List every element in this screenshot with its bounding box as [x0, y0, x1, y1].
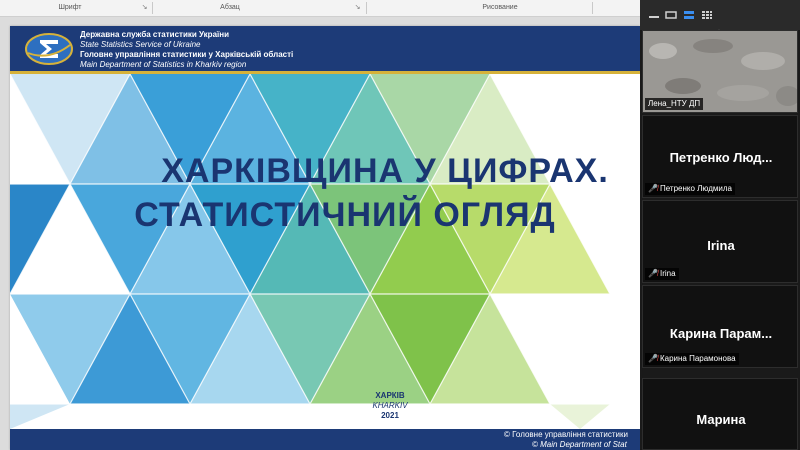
video-panel: Лена_НТУ ДП Петренко Люд... 🎤̸ Петренко Л… — [640, 0, 800, 450]
ribbon-separator — [366, 2, 367, 14]
stat-service-logo-icon — [25, 33, 73, 65]
participant-display-name: Irina — [707, 238, 735, 253]
screen: Шрифт ↘ Абзац ↘ Рисование Державна служб… — [0, 0, 800, 450]
muted-mic-icon: 🎤̸ — [648, 184, 658, 193]
participant-tile-video[interactable]: Лена_НТУ ДП — [642, 30, 798, 113]
gallery-view-icon[interactable] — [701, 10, 713, 20]
presentation-slide[interactable]: Державна служба статистики України State… — [10, 26, 640, 450]
muted-mic-icon: 🎤̸ — [648, 269, 658, 278]
slide-footer: © Головне управління статистики © Main D… — [10, 429, 640, 450]
header-org-ua: Державна служба статистики України — [80, 30, 230, 39]
participant-tile[interactable]: Карина Парам... 🎤̸ Карина Парамонова — [642, 285, 798, 368]
minimize-icon[interactable] — [648, 10, 660, 20]
participant-tile[interactable]: Irina 🎤̸ Irina — [642, 200, 798, 283]
participant-name-tag: 🎤̸ Петренко Людмила — [645, 183, 735, 195]
ribbon-group-font: Шрифт — [58, 4, 82, 11]
participant-tile[interactable]: Марина — [642, 378, 798, 450]
slide-header: Державна служба статистики України State… — [10, 26, 640, 74]
header-org-en: State Statistics Service of Ukraine — [80, 40, 201, 49]
participant-display-name: Петренко Люд... — [669, 150, 773, 165]
paragraph-dialog-launcher-icon[interactable]: ↘ — [353, 3, 362, 12]
ribbon-separator — [152, 2, 153, 14]
ribbon-toolbar: Шрифт ↘ Абзац ↘ Рисование — [0, 0, 640, 17]
ribbon-group-drawing: Рисование — [482, 4, 518, 11]
participant-tile[interactable]: Петренко Люд... 🎤̸ Петренко Людмила — [642, 115, 798, 198]
muted-mic-icon: 🎤̸ — [648, 354, 658, 363]
slide-title-line2: СТАТИСТИЧНИЙ ОГЛЯД — [134, 196, 556, 234]
header-dept-en: Main Department of Statistics in Kharkiv… — [80, 60, 247, 69]
footer-copyright-en: © Main Department of Stat — [532, 440, 627, 449]
triangle-pattern-background — [10, 74, 640, 429]
place-en: KHARKIV — [372, 401, 408, 410]
slide-year: 2021 — [381, 411, 399, 420]
participant-name-tag: Лена_НТУ ДП — [645, 98, 704, 110]
participant-name-text: Петренко Людмила — [659, 184, 732, 193]
participant-display-name: Карина Парам... — [669, 326, 773, 341]
ribbon-separator — [592, 2, 593, 14]
header-dept-ua: Головне управління статистики у Харківсь… — [80, 50, 294, 59]
participant-name-text: Irina — [659, 269, 676, 278]
font-dialog-launcher-icon[interactable]: ↘ — [140, 3, 149, 12]
video-panel-toolbar — [640, 0, 800, 37]
footer-copyright-ua: © Головне управління статистики — [504, 430, 628, 439]
participant-name-text: Карина Парамонова — [659, 354, 736, 363]
place-ua: ХАРКІВ — [375, 391, 405, 400]
speaker-view-icon[interactable] — [665, 10, 677, 20]
participant-display-name: Марина — [696, 412, 746, 427]
slide-title-line1: ХАРКІВЩИНА У ЦИФРАХ. — [161, 152, 609, 190]
participant-name-tag: 🎤̸ Irina — [645, 268, 679, 280]
ribbon-group-paragraph: Абзац — [220, 4, 240, 11]
active-view-icon[interactable] — [683, 10, 695, 20]
participant-name-tag: 🎤̸ Карина Парамонова — [645, 353, 739, 365]
